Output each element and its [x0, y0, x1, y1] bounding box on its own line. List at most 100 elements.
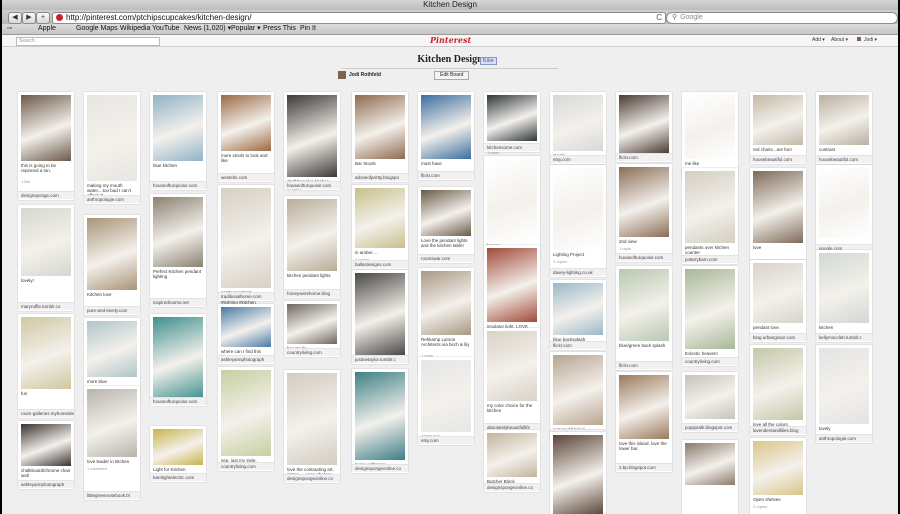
pin-source-link[interactable]: houseofturquoise.com: [284, 181, 340, 189]
pin-source-link[interactable]: kellymoccleb.tumblr.c: [816, 333, 872, 341]
nav-add[interactable]: Add ▾: [812, 37, 825, 44]
pin-source-link[interactable]: ashleyannphotograph: [18, 480, 74, 488]
pin-source-link[interactable]: housebeautiful.com: [750, 155, 806, 163]
back-button[interactable]: ◀: [8, 12, 22, 24]
pin-source-link[interactable]: countryliving.com: [284, 348, 340, 356]
pin-image[interactable]: [355, 188, 405, 248]
bookmark-wikipedia[interactable]: Wikipedia: [120, 24, 150, 34]
pin-source-link[interactable]: potterybarn.com: [682, 255, 738, 263]
pin-image[interactable]: [87, 95, 137, 181]
pin-source-link[interactable]: flickr.com: [616, 361, 672, 369]
bookmark-news[interactable]: News (1,020) ▾: [184, 24, 231, 34]
pinterest-search-input[interactable]: Search: [16, 37, 160, 46]
pin-source-link[interactable]: adoseofpretty.blogspo: [352, 173, 408, 181]
pin-source-link[interactable]: ashleyannphotograph: [218, 355, 274, 363]
pin-card[interactable]: Bar Stools adoseofpretty.blogspo: [352, 92, 408, 182]
pin-card[interactable]: love all the colors. lavendersandlilies.b…: [750, 345, 806, 435]
pin-image[interactable]: [619, 95, 669, 153]
pin-image[interactable]: [619, 375, 669, 439]
pin-source-link[interactable]: houseofturquoise.com: [616, 253, 672, 261]
pin-card[interactable]: lovely anthropologie.com: [816, 345, 872, 443]
pin-source-link[interactable]: room-galleries.myhomeide: [18, 409, 74, 417]
pin-card[interactable]: love this islandhouseofturquoise.com: [150, 314, 206, 406]
pin-source-link[interactable]: blog.urbangrace.com: [750, 333, 806, 341]
pin-card[interactable]: blue kitchen houseofturquoise.com: [150, 92, 206, 190]
pin-image[interactable]: [287, 304, 337, 344]
pin-card[interactable]: Kitchen1 repinkitchensome.com: [484, 92, 540, 155]
pin-card[interactable]: stoolsetsy.com: [550, 92, 606, 164]
pin-image[interactable]: [685, 95, 735, 159]
pin-card[interactable]: me likeurbanremainschicago: [682, 92, 738, 180]
pin-source-link[interactable]: westelm.com: [218, 173, 274, 181]
pin-image[interactable]: [153, 429, 203, 465]
pin-source-link[interactable]: flickr.com: [418, 171, 474, 179]
pin-image[interactable]: [819, 253, 869, 323]
forward-button[interactable]: ▶: [22, 12, 36, 24]
pin-image[interactable]: [221, 95, 271, 151]
pin-card[interactable]: love leader in kitchen 1 comment littlegre…: [84, 386, 140, 500]
pin-image[interactable]: [553, 283, 603, 335]
pin-card[interactable]: contrast housebeautiful.com: [816, 92, 872, 164]
pin-image[interactable]: [487, 433, 537, 477]
pin-source-link[interactable]: houseofturquoise.com: [150, 397, 206, 405]
pin-image[interactable]: [619, 167, 669, 237]
pin-card[interactable]: Kitchen love pure-and-lovely.com: [84, 215, 140, 315]
pin-source-link[interactable]: poppytalk.blogspot.com: [682, 423, 738, 431]
pin-source-link[interactable]: ballardesigns.com: [352, 260, 408, 268]
pin-image[interactable]: [153, 317, 203, 399]
pin-card[interactable]: fun room-galleries.myhomeide: [18, 314, 74, 418]
pin-image[interactable]: [153, 95, 203, 161]
pin-image[interactable]: [487, 248, 537, 322]
pin-source-link[interactable]: roomswar.com: [418, 254, 474, 262]
pin-source-link[interactable]: maryruffle.tumblr.co: [18, 302, 74, 310]
pin-card[interactable]: blue backsplash flickr.com: [550, 280, 606, 350]
pin-card[interactable]: poppytalk.blogspot.com: [682, 372, 738, 432]
pin-source-link[interactable]: inspiredrooms.net: [150, 298, 206, 306]
pin-source-link[interactable]: etsy.com: [550, 155, 606, 163]
pin-source-link[interactable]: countryliving.com: [218, 462, 274, 470]
pin-card[interactable]: google.com: [816, 165, 872, 253]
pin-image[interactable]: [287, 373, 337, 465]
pin-card[interactable]: lovehousebeautiful.com: [750, 168, 806, 268]
pin-card[interactable]: making my mouth water....too bad I can't…: [84, 92, 140, 204]
pin-source-link[interactable]: 2.bp.blogspot.com: [616, 463, 672, 471]
pin-image[interactable]: [21, 317, 71, 389]
pin-image[interactable]: [487, 95, 537, 141]
pin-card[interactable]: kitchen kellymoccleb.tumblr.c: [816, 250, 872, 342]
pin-source-link[interactable]: flickr.com: [616, 153, 672, 161]
pin-source-link[interactable]: barnlightelectric.com: [150, 473, 206, 481]
reading-list-icon[interactable]: ▫▫: [7, 24, 12, 34]
pin-card[interactable]: pretty pendants #Vintageinspired #lighti…: [218, 185, 274, 305]
pin-source-link[interactable]: honeywerehome.blog: [284, 289, 340, 297]
facebook-like-button[interactable]: fLike: [480, 57, 497, 65]
pin-image[interactable]: [619, 269, 669, 341]
pin-card[interactable]: pendants over kitchen counter potterybarn…: [682, 168, 738, 264]
pin-source-link[interactable]: anthropologie.com: [816, 434, 872, 442]
pin-card[interactable]: Love the pendant lights and the kitchen …: [418, 187, 474, 263]
pin-card[interactable]: chalkboard in kitchen3 repinshouseofturq…: [284, 92, 340, 191]
pin-image[interactable]: [421, 95, 471, 159]
pin-source-link[interactable]: justinetaylor.tumblr.c: [352, 355, 408, 363]
pin-image[interactable]: [287, 199, 337, 271]
pin-image[interactable]: [421, 271, 471, 335]
pin-card[interactable]: chalkboard/chrome chair wall ashleyannpho…: [18, 421, 74, 489]
pin-image[interactable]: [753, 171, 803, 243]
pin-image[interactable]: [87, 218, 137, 290]
pin-image[interactable]: [685, 443, 735, 485]
pin-card[interactable]: [550, 432, 606, 514]
pin-image[interactable]: [685, 171, 735, 243]
pin-card[interactable]: Open shelves 2 repins: [750, 438, 806, 514]
pin-image[interactable]: [819, 95, 869, 145]
pin-card[interactable]: Lighting Project 2 repins davey-lighting.c…: [550, 165, 606, 277]
edit-board-button[interactable]: Edit Board: [434, 71, 470, 80]
pin-card[interactable]: love the contrasting art, plates.....ope…: [284, 370, 340, 483]
pin-card[interactable]: kitchen pendant lights honeywerehome.blog: [284, 196, 340, 298]
pin-source-link[interactable]: traditionalhome.com: [218, 292, 274, 300]
bookmark-press-this[interactable]: Press This: [263, 24, 296, 34]
pin-card[interactable]: more stools to look and like westelm.com: [218, 92, 274, 182]
pin-image[interactable]: [355, 372, 405, 460]
pin-image[interactable]: [753, 348, 803, 420]
pin-card[interactable]: bar stoolscountryliving.com: [284, 301, 340, 357]
bookmark-youtube[interactable]: YouTube: [152, 24, 180, 34]
pin-card[interactable]: pendant love.1 likeblog.urbangrace.com: [750, 260, 806, 342]
